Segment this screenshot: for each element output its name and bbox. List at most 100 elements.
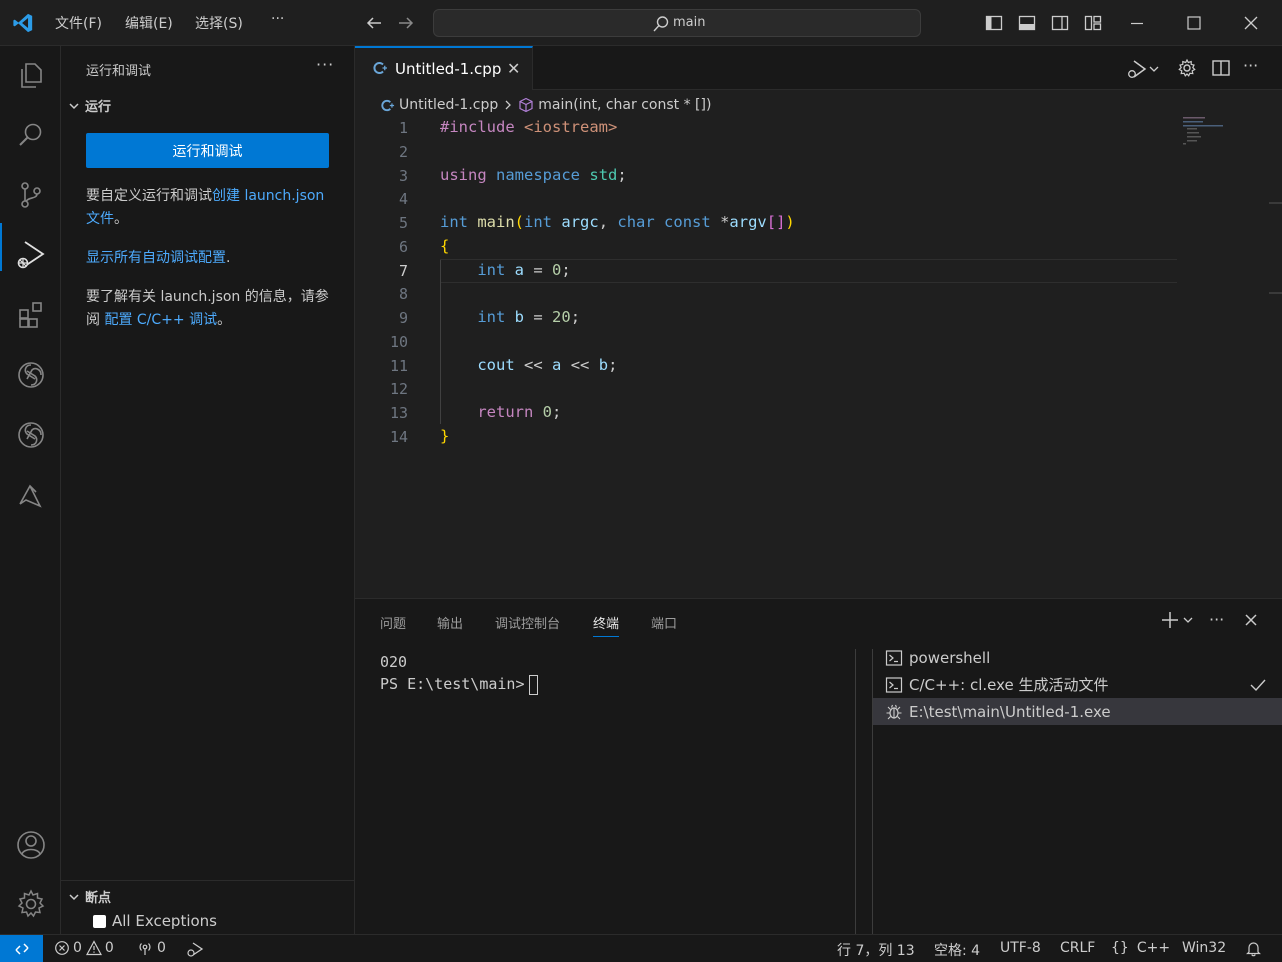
ports-count: 0 (157, 940, 166, 956)
indentation[interactable]: 空格: 4 (934, 940, 980, 960)
tab-output[interactable]: 输出 (437, 613, 463, 632)
toggle-sidebar-icon[interactable] (985, 14, 1003, 32)
close-window-icon[interactable] (1242, 14, 1260, 32)
end-of-line[interactable]: CRLF (1060, 940, 1095, 956)
azure-icon[interactable] (13, 477, 49, 513)
code-line-9: int b = 20; (477, 308, 581, 326)
run-section-label: 运行 (85, 100, 112, 115)
run-and-debug-icon[interactable] (13, 237, 49, 273)
terminal-item-debug-exe[interactable]: E:\test\main\Untitled-1.exe (873, 698, 1282, 725)
explorer-icon[interactable] (13, 57, 49, 93)
search-view-icon[interactable] (13, 117, 49, 153)
cursor-position[interactable]: 行 7，列 13 (837, 940, 915, 960)
broadcast-icon (137, 940, 153, 956)
tab-label: Untitled-1.cpp (395, 60, 502, 78)
braces-icon: {} (1111, 940, 1129, 956)
menu-more[interactable]: ··· (271, 11, 284, 27)
chevron-down-icon (67, 890, 81, 904)
active-view-indicator (0, 223, 2, 271)
manage-gear-icon[interactable] (13, 886, 49, 922)
auto-debug-hint: 显示所有自动调试配置. (86, 247, 336, 270)
indent-guide (440, 260, 441, 424)
notifications-bell-icon[interactable] (1245, 940, 1262, 957)
chatgpt-icon[interactable] (13, 357, 49, 393)
learn-more-suffix: 。 (217, 312, 232, 328)
tab-problems[interactable]: 问题 (380, 613, 406, 632)
tab-terminal[interactable]: 终端 (593, 613, 620, 637)
platform[interactable]: Win32 (1182, 940, 1226, 956)
editor-more-actions[interactable]: ··· (1243, 56, 1258, 75)
editor-vertical-scrollbar[interactable] (1265, 116, 1282, 598)
accounts-icon[interactable] (13, 827, 49, 863)
line-number: 8 (398, 285, 408, 303)
debug-settings-gear-icon[interactable] (1177, 58, 1197, 78)
code-line-3: using namespace std; (440, 166, 627, 184)
minimize-window-icon[interactable] (1128, 14, 1146, 32)
terminal-scrollbar[interactable] (855, 649, 873, 935)
breadcrumb-symbol[interactable]: main(int, char const * []) (538, 97, 711, 113)
split-editor-icon[interactable] (1211, 58, 1231, 78)
panel-more-actions[interactable]: ··· (1209, 610, 1224, 629)
tab-ports[interactable]: 端口 (651, 613, 677, 632)
back-arrow-icon[interactable] (364, 13, 384, 33)
remote-icon (14, 941, 30, 957)
run-debug-dropdown[interactable] (1126, 58, 1160, 80)
tab-debug-console[interactable]: 调试控制台 (495, 613, 560, 632)
breakpoints-section-header[interactable]: 断点 (67, 887, 111, 906)
forward-arrow-icon[interactable] (396, 13, 416, 33)
command-center-search[interactable]: main (433, 9, 921, 37)
breadcrumb-file[interactable]: Untitled-1.cpp (399, 97, 498, 113)
line-number: 12 (389, 380, 408, 398)
terminal-icon (885, 649, 903, 667)
breakpoints-section: 断点 All Exceptions (61, 880, 355, 934)
code-line-7: int a = 0; (477, 261, 571, 279)
menu-selection[interactable]: 选择(S) (195, 13, 243, 33)
minimap[interactable] (1183, 116, 1253, 156)
problems-indicator[interactable]: 0 0 (54, 940, 114, 956)
extensions-icon[interactable] (13, 297, 49, 333)
run-debug-sidebar: 运行和调试 ··· 运行 运行和调试 要自定义运行和调试创建 launch.js… (61, 46, 355, 934)
menu-edit[interactable]: 编辑(E) (125, 13, 173, 33)
remote-indicator[interactable] (0, 935, 43, 962)
ports-indicator[interactable]: 0 (137, 940, 166, 956)
run-and-debug-button[interactable]: 运行和调试 (86, 133, 329, 168)
language-mode[interactable]: {} C++ (1111, 940, 1170, 956)
bottom-panel: 问题 输出 调试控制台 终端 端口 ··· 020 PS E:\test\main… (355, 598, 1282, 935)
terminal-output[interactable]: 020 PS E:\test\main> (380, 651, 538, 695)
new-terminal-dropdown[interactable] (1160, 610, 1194, 630)
run-section-header[interactable]: 运行 (67, 96, 111, 115)
show-auto-debug-configs-link[interactable]: 显示所有自动调试配置 (86, 250, 226, 266)
search-icon (652, 15, 670, 33)
terminal-item-powershell[interactable]: powershell (873, 644, 1282, 671)
terminal-icon (885, 676, 903, 694)
menu-file[interactable]: 文件(F) (55, 13, 102, 33)
customize-layout-icon[interactable] (1084, 14, 1102, 32)
cpp-file-icon (380, 98, 395, 113)
breadcrumb: Untitled-1.cpp main(int, char const * []… (380, 94, 715, 116)
close-panel-icon[interactable] (1243, 612, 1259, 628)
line-number-active: 7 (398, 262, 408, 280)
code-editor[interactable]: 1 2 3 4 5 6 7 8 9 10 11 12 13 14 #includ… (355, 116, 1282, 598)
auto-debug-suffix: . (226, 250, 231, 266)
terminal-line: 020 (380, 653, 408, 671)
toggle-secondary-sidebar-icon[interactable] (1051, 14, 1069, 32)
maximize-window-icon[interactable] (1185, 14, 1203, 32)
sidebar-more-actions[interactable]: ··· (316, 55, 334, 74)
line-number: 13 (389, 404, 408, 422)
source-control-icon[interactable] (13, 177, 49, 213)
tab-untitled-1-cpp[interactable]: Untitled-1.cpp ✕ (355, 46, 533, 90)
sidebar-title: 运行和调试 (86, 64, 152, 79)
line-number: 3 (398, 167, 408, 185)
debug-launch-indicator[interactable] (186, 940, 204, 958)
tab-close-icon[interactable]: ✕ (507, 59, 520, 78)
chatgpt-secondary-icon[interactable] (13, 417, 49, 453)
all-exceptions-checkbox[interactable] (93, 914, 106, 928)
terminal-item-build-task[interactable]: C/C++: cl.exe 生成活动文件 (873, 671, 1282, 698)
line-number: 2 (398, 143, 408, 161)
file-encoding[interactable]: UTF-8 (1000, 940, 1041, 956)
toggle-panel-icon[interactable] (1018, 14, 1036, 32)
code-line-11: cout << a << b; (477, 356, 618, 374)
configure-cpp-debug-link[interactable]: 配置 C/C++ 调试 (104, 312, 217, 328)
terminal-item-label: E:\test\main\Untitled-1.exe (909, 702, 1111, 721)
run-debug-play-icon (1126, 58, 1148, 80)
